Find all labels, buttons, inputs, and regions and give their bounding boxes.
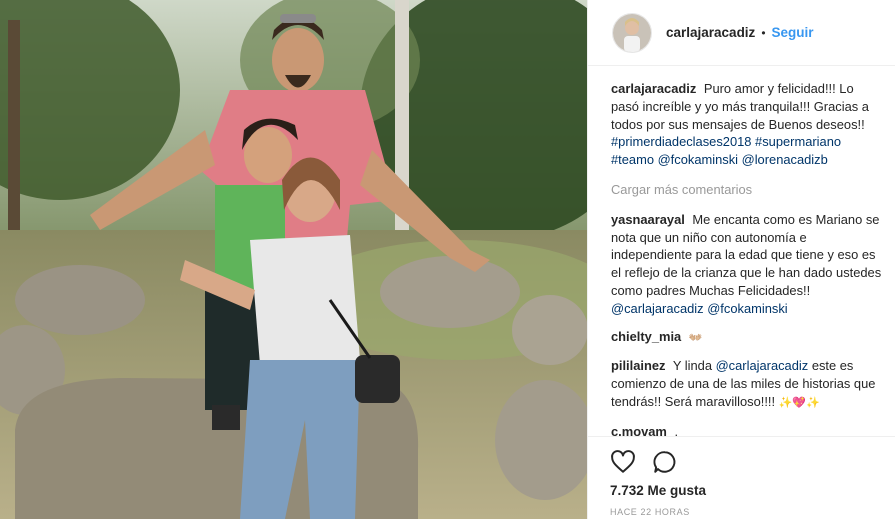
sparkle-heart-emoji-icon: ✨💖✨ [778,396,820,409]
heart-icon[interactable] [610,449,636,475]
action-icons [610,449,895,475]
instagram-post: carlajaracadiz • Seguir carlajaracadiz P… [0,0,895,519]
avatar-image-icon [613,13,651,52]
comment: c.movam . [611,423,883,436]
caption: carlajaracadiz Puro amor y felicidad!!! … [611,80,883,169]
post-photo[interactable] [0,0,587,519]
comment-username[interactable]: chielty_mia [611,329,681,344]
comment-text: . [674,423,679,436]
post-actions: 7.732 Me gusta HACE 22 HORAS [588,436,895,519]
likes-count[interactable]: 7.732 Me gusta [610,483,895,498]
header-separator: • [761,25,766,40]
caption-username[interactable]: carlajaracadiz [611,81,696,96]
hashtag-link[interactable]: #primerdiadeclases2018 [611,134,751,149]
comment-text: 👐🏼 [688,331,703,344]
mention-link[interactable]: @fcokaminski [707,301,787,316]
comment-username[interactable]: yasnaarayal [611,212,685,227]
mention-link[interactable]: @carlajaracadiz [716,358,809,373]
comment-bubble-icon[interactable] [652,449,678,475]
load-more-comments-link[interactable]: Cargar más comentarios [611,181,883,199]
post-timestamp[interactable]: HACE 22 HORAS [610,507,895,517]
hashtag-link[interactable]: #teamo [611,152,654,167]
follow-button[interactable]: Seguir [772,25,814,40]
mention-link[interactable]: @fcokaminski [658,152,738,167]
photo-illustration [0,0,587,519]
hashtag-link[interactable]: #supermariano [755,134,841,149]
comment: pililainez Y linda @carlajaracadiz este … [611,357,883,412]
comment-text: Y linda [672,358,712,374]
post-header: carlajaracadiz • Seguir [588,0,895,66]
mention-link[interactable]: @lorenacadizb [742,152,828,167]
comment-username[interactable]: pililainez [611,358,665,373]
comment-username[interactable]: c.movam [611,424,667,436]
header-username[interactable]: carlajaracadiz [666,25,755,40]
avatar[interactable] [612,12,652,53]
comment: chielty_mia 👐🏼 [611,328,883,348]
post-sidebar: carlajaracadiz • Seguir carlajaracadiz P… [587,0,895,519]
comments-section: carlajaracadiz Puro amor y felicidad!!! … [611,80,883,436]
mention-link[interactable]: @carlajaracadiz [611,301,704,316]
comment: yasnaarayal Me encanta como es Mariano s… [611,211,883,318]
